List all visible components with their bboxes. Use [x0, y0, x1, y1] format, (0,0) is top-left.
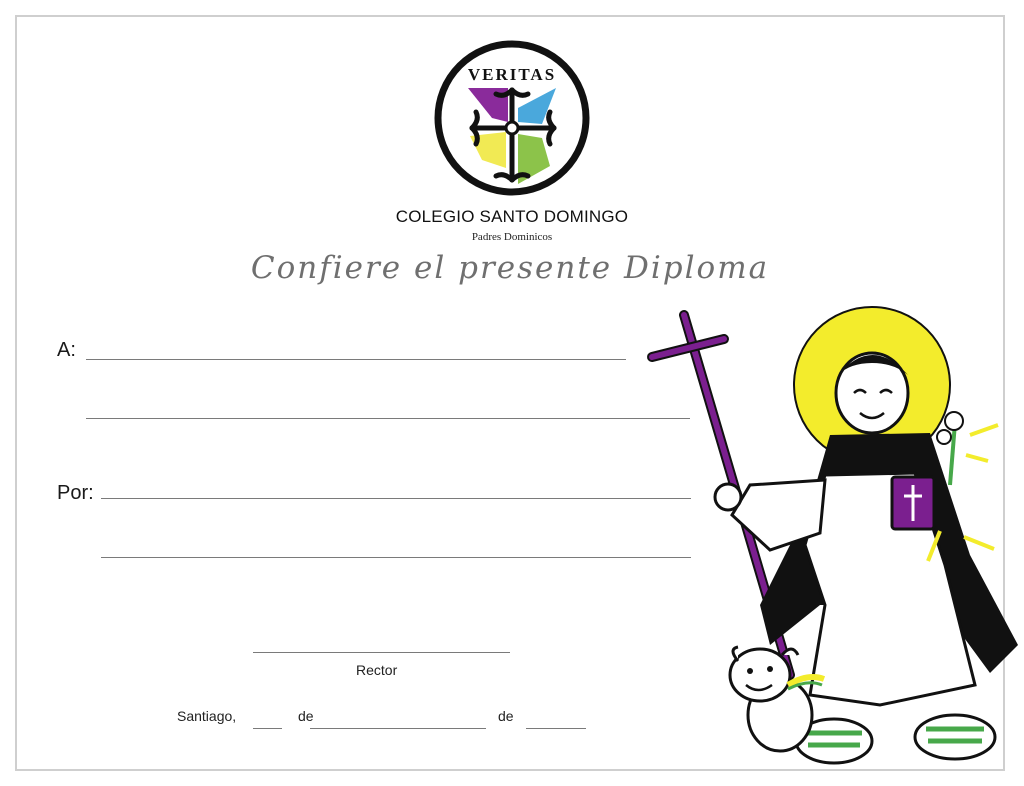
recipient-label: A:	[57, 339, 76, 361]
rector-label: Rector	[356, 662, 398, 678]
logo-motto: VERITAS	[468, 65, 556, 84]
city-label: Santiago,	[177, 708, 237, 724]
reason-label: Por:	[57, 482, 94, 504]
de-label-1: de	[298, 708, 314, 724]
school-subtitle: Padres Dominicos	[471, 231, 553, 243]
diploma-heading: Confiere el presente Diploma	[250, 250, 770, 286]
recipient-line-2[interactable]	[86, 418, 690, 419]
reason-line-1[interactable]	[101, 498, 691, 499]
year-line[interactable]	[526, 728, 586, 729]
school-logo: VERITAS	[434, 40, 590, 196]
reason-line-2[interactable]	[101, 557, 691, 558]
month-line[interactable]	[310, 728, 486, 729]
recipient-line-1[interactable]	[86, 359, 626, 360]
de-label-2: de	[498, 708, 514, 724]
rector-signature-line[interactable]	[253, 652, 510, 653]
right-sandal	[913, 713, 997, 761]
school-name: COLEGIO SANTO DOMINGO	[395, 207, 629, 226]
saint-dominic-illustration	[647, 306, 1018, 765]
day-line[interactable]	[253, 728, 282, 729]
